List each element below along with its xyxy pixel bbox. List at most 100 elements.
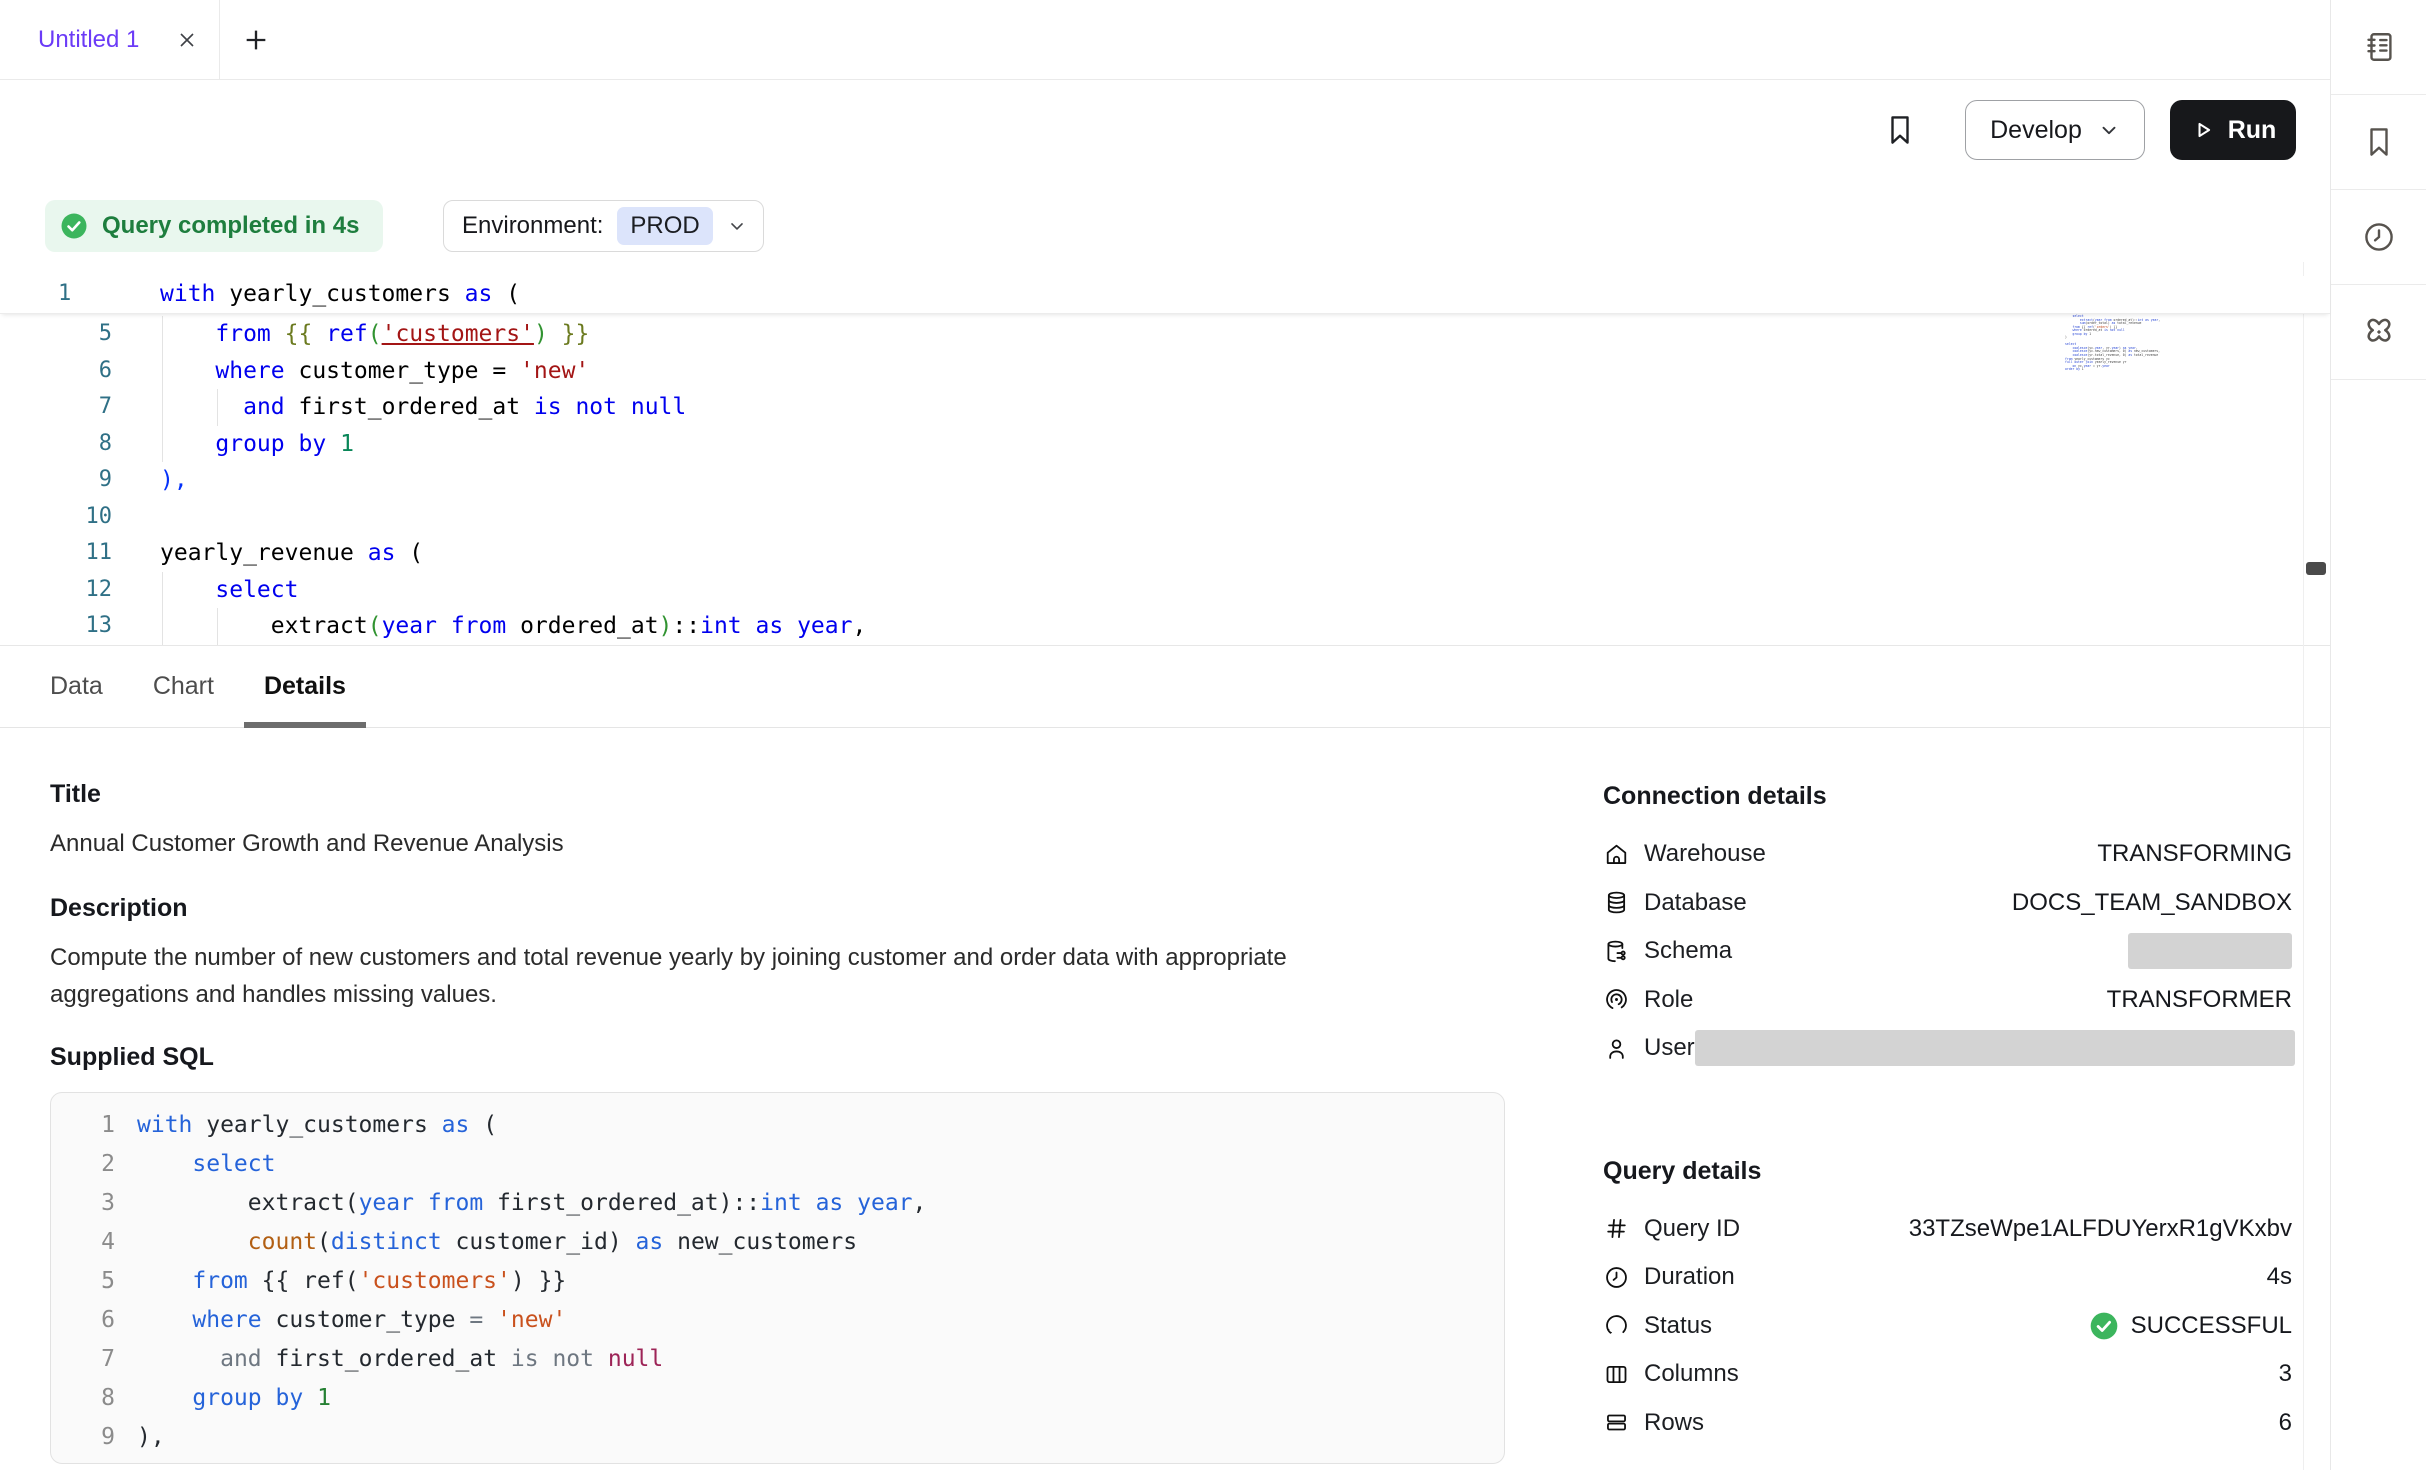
tab-untitled-1[interactable]: Untitled 1 xyxy=(0,0,220,79)
spinner-icon xyxy=(1603,1312,1630,1339)
code-line: 4 count(distinct customer_id) as new_cus… xyxy=(51,1223,1504,1262)
query-description: Compute the number of new customers and … xyxy=(50,939,1410,1013)
new-tab-button[interactable] xyxy=(220,0,292,79)
tab-data[interactable]: Data xyxy=(30,645,123,727)
detail-value xyxy=(1695,1030,2295,1066)
detail-label: Database xyxy=(1644,889,1747,917)
check-circle-icon xyxy=(59,211,89,241)
detail-label: Status xyxy=(1644,1312,1712,1340)
bookmark-icon xyxy=(1882,112,1918,148)
editor-sticky-line: 1with yearly_customers as ( xyxy=(0,276,2330,314)
tab-chart[interactable]: Chart xyxy=(133,645,234,727)
detail-label: Schema xyxy=(1644,937,1732,965)
app-window: Untitled 1 Develop Run Query completed i… xyxy=(0,0,2426,1470)
detail-label: Role xyxy=(1644,986,1693,1014)
detail-label: Warehouse xyxy=(1644,840,1766,868)
code-line: 5 from {{ ref('customers') }} xyxy=(0,316,2330,353)
scrollbar-track xyxy=(2303,262,2304,1470)
scrollbar-thumb[interactable] xyxy=(2306,562,2326,575)
sql-editor[interactable]: 1with yearly_customers as ( 5 from {{ re… xyxy=(0,262,2330,646)
sidebar-history-button[interactable] xyxy=(2331,190,2426,285)
description-heading: Description xyxy=(50,894,1505,923)
detail-value: 4s xyxy=(2267,1263,2292,1291)
check-circle-icon xyxy=(2088,1310,2120,1342)
code-line: 7 and first_ordered_at is not null xyxy=(0,389,2330,426)
connection-details-heading: Connection details xyxy=(1603,782,2292,811)
close-tab-icon[interactable] xyxy=(175,28,199,52)
code-line: 9), xyxy=(51,1418,1504,1457)
notebook-icon xyxy=(2361,29,2397,65)
plus-icon xyxy=(242,26,270,54)
code-line: 1with yearly_customers as ( xyxy=(51,1106,1504,1145)
code-line: 6 where customer_type = 'new' xyxy=(51,1301,1504,1340)
detail-row-duration: Duration 4s xyxy=(1603,1253,2292,1302)
code-line: 8 group by 1 xyxy=(0,426,2330,463)
detail-row-role: Role TRANSFORMER xyxy=(1603,976,2292,1025)
user-icon xyxy=(1603,1035,1630,1062)
detail-label: Columns xyxy=(1644,1360,1739,1388)
query-status-text: Query completed in 4s xyxy=(102,212,359,240)
code-line: 2 select xyxy=(51,1145,1504,1184)
detail-row-rows: Rows 6 xyxy=(1603,1399,2292,1448)
detail-label: Duration xyxy=(1644,1263,1735,1291)
code-line: 12 select xyxy=(0,572,2330,609)
right-icon-sidebar xyxy=(2330,0,2426,1470)
code-line: 7 and first_ordered_at is not null xyxy=(51,1340,1504,1379)
supplied-sql-block: 1with yearly_customers as (2 select3 ext… xyxy=(50,1092,1505,1464)
results-tab-bar: Data Chart Details xyxy=(0,645,2330,728)
code-line: 6 where customer_type = 'new' xyxy=(0,353,2330,390)
code-line: 9), xyxy=(0,462,2330,499)
code-line: 8 group by 1 xyxy=(51,1379,1504,1418)
run-label: Run xyxy=(2228,116,2277,145)
develop-label: Develop xyxy=(1990,116,2082,145)
detail-value: TRANSFORMING xyxy=(2097,840,2292,868)
bookmark-icon xyxy=(2361,124,2397,160)
code-line: 11yearly_revenue as ( xyxy=(0,535,2330,572)
detail-value: 33TZseWpe1ALFDUYerxR1gVKxbv xyxy=(1909,1215,2292,1243)
detail-value: 6 xyxy=(2279,1409,2292,1437)
sidebar-dbt-copilot-button[interactable] xyxy=(2331,285,2426,380)
detail-label: Query ID xyxy=(1644,1215,1740,1243)
tab-details[interactable]: Details xyxy=(244,645,366,727)
detail-row-query-id: Query ID 33TZseWpe1ALFDUYerxR1gVKxbv xyxy=(1603,1205,2292,1254)
detail-row-warehouse: Warehouse TRANSFORMING xyxy=(1603,830,2292,879)
redacted-value xyxy=(1695,1030,2295,1066)
sidebar-bookmark-button[interactable] xyxy=(2331,95,2426,190)
play-icon xyxy=(2190,117,2216,143)
detail-value: SUCCESSFUL xyxy=(2088,1310,2292,1342)
code-line: 10 xyxy=(51,1457,1504,1464)
code-line: 5 from {{ ref('customers') }} xyxy=(51,1262,1504,1301)
develop-dropdown[interactable]: Develop xyxy=(1965,100,2145,160)
code-line: 10 xyxy=(0,499,2330,536)
detail-label: Rows xyxy=(1644,1409,1704,1437)
title-heading: Title xyxy=(50,780,1505,809)
duration-icon xyxy=(1603,1264,1630,1291)
editor-tab-bar: Untitled 1 xyxy=(0,0,2330,80)
detail-label: User xyxy=(1644,1034,1695,1062)
run-button[interactable]: Run xyxy=(2170,100,2296,160)
chevron-down-icon xyxy=(727,216,747,236)
dbt-copilot-icon xyxy=(2361,314,2397,350)
role-icon xyxy=(1603,986,1630,1013)
environment-label: Environment: xyxy=(462,212,603,240)
detail-value: DOCS_TEAM_SANDBOX xyxy=(2012,889,2292,917)
environment-badge: PROD xyxy=(617,207,712,245)
detail-value xyxy=(2128,933,2292,969)
detail-row-schema: Schema xyxy=(1603,927,2292,976)
tab-label: Untitled 1 xyxy=(38,26,139,54)
hash-icon xyxy=(1603,1215,1630,1242)
environment-selector[interactable]: Environment: PROD xyxy=(443,200,764,252)
query-title: Annual Customer Growth and Revenue Analy… xyxy=(50,825,1505,862)
warehouse-icon xyxy=(1603,841,1630,868)
database-icon xyxy=(1603,889,1630,916)
detail-row-user: User xyxy=(1603,1024,2292,1073)
detail-value: TRANSFORMER xyxy=(2107,986,2292,1014)
chevron-down-icon xyxy=(2098,119,2120,141)
detail-row-status: Status SUCCESSFUL xyxy=(1603,1302,2292,1351)
sidebar-notebook-button[interactable] xyxy=(2331,0,2426,95)
schema-icon xyxy=(1603,938,1630,965)
history-icon xyxy=(2361,219,2397,255)
code-line: 3 extract(year from first_ordered_at)::i… xyxy=(51,1184,1504,1223)
rows-icon xyxy=(1603,1409,1630,1436)
bookmark-query-button[interactable] xyxy=(1882,112,1918,148)
